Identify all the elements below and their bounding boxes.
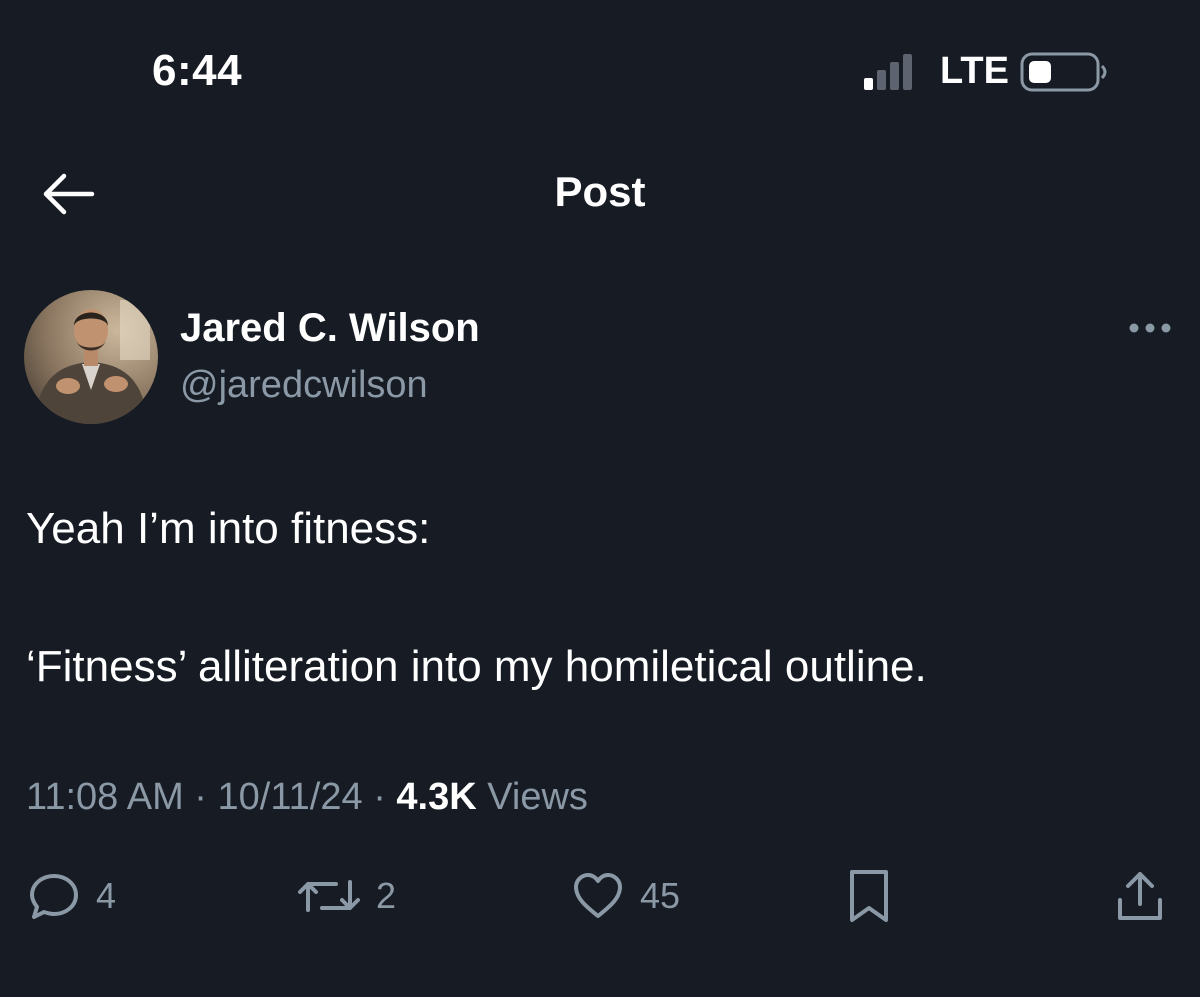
avatar[interactable] bbox=[24, 290, 158, 424]
status-time: 6:44 bbox=[152, 46, 243, 95]
network-type: LTE bbox=[940, 50, 1009, 92]
author-handle[interactable]: @jaredcwilson bbox=[180, 364, 428, 407]
battery-icon bbox=[1020, 52, 1107, 92]
more-horizontal-icon[interactable] bbox=[1126, 316, 1174, 340]
share-icon bbox=[1118, 872, 1162, 920]
repost-icon bbox=[298, 880, 360, 912]
reply-icon bbox=[30, 874, 78, 919]
views-count[interactable]: 4.3K bbox=[396, 776, 476, 818]
post-time: 11:08 AM bbox=[26, 776, 184, 818]
like-button[interactable]: 45 bbox=[570, 866, 680, 926]
reply-button[interactable]: 4 bbox=[26, 866, 116, 926]
bookmark-icon bbox=[850, 870, 888, 922]
heart-icon bbox=[574, 873, 622, 918]
share-button[interactable] bbox=[1112, 866, 1168, 926]
post-text-line: Yeah I’m into fitness: bbox=[26, 504, 431, 553]
meta-separator: · bbox=[194, 776, 207, 818]
like-count: 45 bbox=[640, 875, 681, 916]
post-date: 10/11/24 bbox=[217, 776, 363, 818]
views-label: Views bbox=[487, 776, 588, 818]
reply-count: 4 bbox=[96, 875, 117, 916]
meta-separator: · bbox=[373, 776, 386, 818]
repost-count: 2 bbox=[376, 875, 397, 916]
bookmark-button[interactable] bbox=[844, 866, 894, 926]
repost-button[interactable]: 2 bbox=[296, 866, 396, 926]
post-text-line: ‘Fitness’ alliteration into my homiletic… bbox=[26, 642, 927, 691]
cellular-signal-icon bbox=[864, 54, 924, 90]
author-name[interactable]: Jared C. Wilson bbox=[180, 306, 480, 351]
post-screen: 6:44 LTE Post Jared C. Wilson @jaredcwil… bbox=[0, 0, 1200, 997]
page-title: Post bbox=[554, 168, 646, 215]
post-meta: 11:08 AM · 10/11/24 · 4.3K Views bbox=[26, 776, 588, 819]
